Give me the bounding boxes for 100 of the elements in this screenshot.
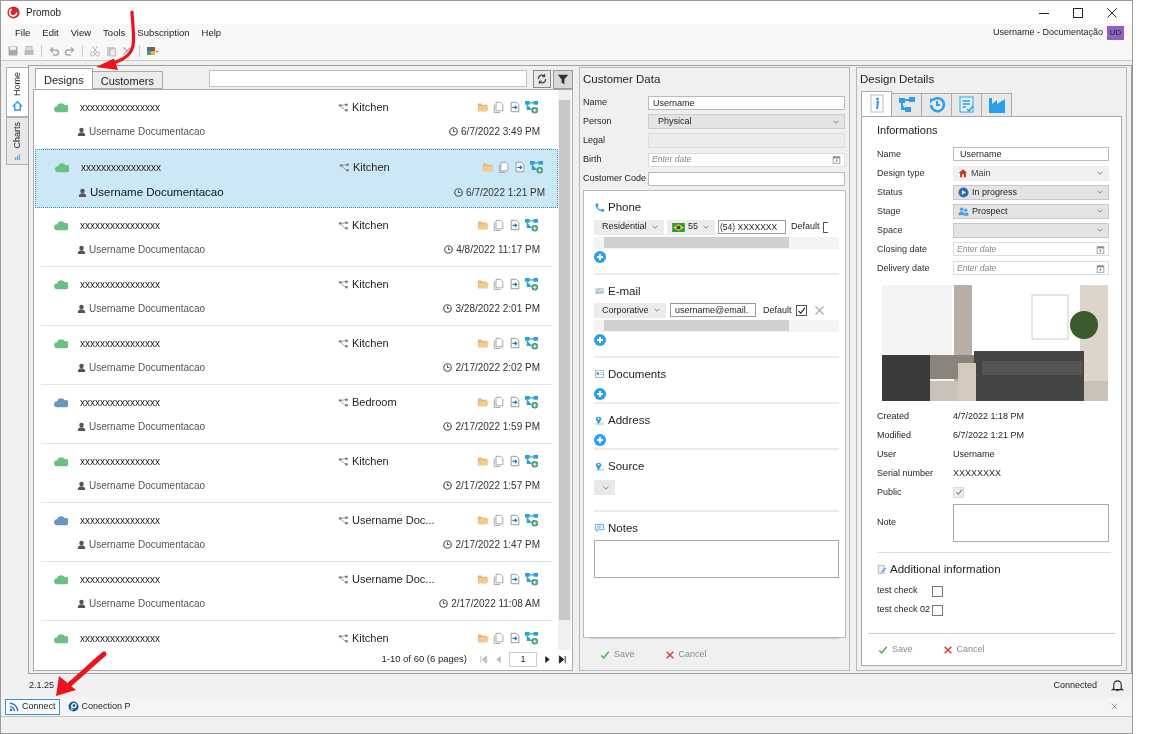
design-row[interactable]: xxxxxxxxxxxxxxxx Kitchen Username Documentacao 3/28/2022 2:01 PM (41, 267, 552, 326)
notes-field[interactable] (594, 540, 839, 578)
undo-icon[interactable] (48, 45, 60, 57)
folder-icon[interactable] (477, 632, 489, 645)
close-button[interactable] (1106, 6, 1118, 19)
search-field[interactable] (209, 70, 527, 87)
delete-icon[interactable] (121, 45, 133, 57)
copy-icon[interactable] (493, 219, 505, 232)
export-icon[interactable] (509, 278, 521, 291)
copy-icon[interactable] (493, 514, 505, 527)
remove-icon[interactable] (813, 304, 825, 316)
hierarchy-add-icon[interactable] (525, 572, 538, 586)
export-icon[interactable] (509, 396, 521, 409)
menu-item[interactable]: Subscription (131, 25, 196, 41)
design-row[interactable]: xxxxxxxxxxxxxxxx Username Doc... Username Documentacao 2/17/2022 11:08 AM (41, 562, 552, 621)
export-icon[interactable] (509, 573, 521, 586)
export-icon[interactable] (509, 514, 521, 527)
export-icon[interactable] (509, 337, 521, 350)
menu-item[interactable]: Edit (36, 25, 65, 41)
last-page-button[interactable] (558, 654, 567, 664)
hierarchy-add-icon[interactable] (525, 395, 538, 409)
hierarchy-add-icon[interactable] (525, 277, 538, 291)
design-row[interactable]: xxxxxxxxxxxxxxxx Bedroom Username Documentacao 2/17/2022 1:59 PM (41, 385, 552, 444)
dropdown[interactable]: Residential (594, 219, 664, 235)
export-icon[interactable] (509, 455, 521, 468)
tab[interactable] (891, 93, 922, 118)
folder-icon[interactable] (477, 101, 489, 114)
printer-icon[interactable] (23, 45, 35, 57)
folder-icon[interactable] (477, 455, 489, 468)
design-row[interactable]: xxxxxxxxxxxxxxxx Kitchen Username Documentacao 6/7/2022 1:21 PM (35, 149, 558, 208)
taskbar-button[interactable]: Connect (5, 698, 60, 715)
hierarchy-add-icon[interactable] (525, 454, 538, 468)
dropdown[interactable]: Corporative (594, 302, 666, 318)
next-page-button[interactable] (543, 654, 552, 664)
design-row[interactable]: xxxxxxxxxxxxxxxx Username Doc... Username Documentacao 2/17/2022 1:47 PM (41, 503, 552, 562)
folder-icon[interactable] (477, 573, 489, 586)
text-field[interactable]: Username (953, 147, 1109, 162)
hierarchy-add-icon[interactable] (525, 631, 538, 645)
tab[interactable] (861, 91, 892, 118)
menu-item[interactable]: View (64, 25, 98, 41)
color-grid-icon[interactable] (146, 45, 158, 57)
tab[interactable]: Customers (91, 71, 163, 89)
refresh-button[interactable] (533, 70, 551, 88)
copy-icon[interactable] (498, 161, 510, 174)
text-field[interactable]: (54) XXXXXXX (718, 220, 786, 234)
copy-icon[interactable] (493, 278, 505, 291)
scrollbar[interactable] (558, 90, 571, 650)
add-button[interactable] (594, 333, 606, 346)
dropdown[interactable]: 55 (667, 219, 715, 235)
design-row[interactable]: xxxxxxxxxxxxxxxx Kitchen Username Documentacao 4/8/2022 11:17 PM (41, 208, 552, 267)
text-field[interactable]: Username (648, 95, 845, 110)
folder-icon[interactable] (477, 514, 489, 527)
scrollbar[interactable] (594, 236, 839, 249)
redo-icon[interactable] (64, 45, 76, 57)
side-tab[interactable]: Charts (6, 117, 28, 165)
tab[interactable] (981, 93, 1012, 118)
folder-icon[interactable] (477, 337, 489, 350)
tab[interactable] (921, 93, 952, 118)
checkbox[interactable] (822, 221, 828, 233)
menu-item[interactable]: Help (195, 25, 228, 41)
checkbox[interactable] (932, 604, 943, 616)
copy-icon[interactable] (493, 101, 505, 114)
dropdown[interactable] (953, 222, 1109, 238)
export-icon[interactable] (509, 632, 521, 645)
notification-bell-icon[interactable] (1111, 679, 1124, 692)
folder-icon[interactable] (482, 161, 494, 174)
scrollbar[interactable] (594, 319, 839, 332)
add-button[interactable] (594, 250, 606, 263)
export-icon[interactable] (509, 101, 521, 114)
hierarchy-add-icon[interactable] (525, 513, 538, 527)
cut-icon[interactable] (89, 45, 101, 57)
copy-icon[interactable] (493, 455, 505, 468)
copy-icon[interactable] (493, 396, 505, 409)
menu-item[interactable]: File (9, 25, 37, 41)
page-number-field[interactable]: 1 (509, 651, 537, 667)
dropdown[interactable]: Physical (648, 114, 845, 130)
first-page-button[interactable] (479, 654, 488, 664)
taskbar-button[interactable]: Conection P (63, 698, 135, 715)
dropdown[interactable]: Prospect (953, 203, 1109, 219)
hierarchy-add-icon[interactable] (530, 160, 543, 174)
folder-icon[interactable] (477, 219, 489, 232)
copy-icon[interactable] (493, 632, 505, 645)
text-field[interactable]: username@email. (670, 303, 756, 318)
maximize-button[interactable] (1072, 6, 1084, 19)
hierarchy-add-icon[interactable] (525, 218, 538, 232)
previous-page-button[interactable] (494, 654, 503, 664)
date-field[interactable]: Enter date (953, 242, 1109, 257)
checkbox[interactable] (795, 304, 807, 316)
side-tab[interactable]: Home (6, 67, 28, 117)
add-button[interactable] (594, 388, 606, 400)
folder-icon[interactable] (477, 278, 489, 291)
save-icon[interactable] (7, 45, 19, 57)
design-row[interactable]: xxxxxxxxxxxxxxxx Kitchen Username Documentacao 2/17/2022 1:57 PM (41, 444, 552, 503)
checkbox[interactable] (932, 585, 943, 597)
filter-button[interactable] (553, 70, 573, 89)
text-field[interactable] (648, 171, 845, 186)
dropdown[interactable]: In progress (953, 184, 1109, 200)
date-field[interactable]: Enter date (648, 152, 845, 167)
add-button[interactable] (594, 434, 606, 446)
tab[interactable] (951, 93, 982, 118)
